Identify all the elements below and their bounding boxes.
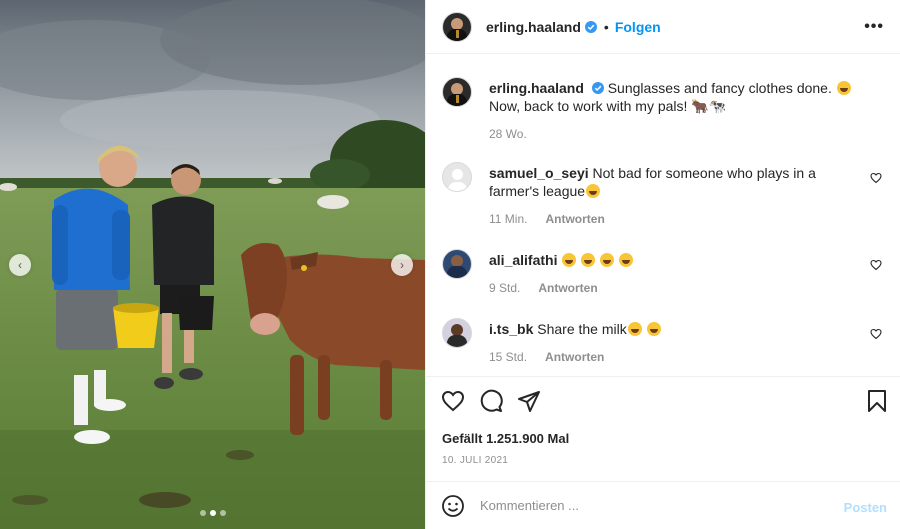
comment-input[interactable] bbox=[480, 498, 825, 513]
laughing-emoji-icon bbox=[562, 253, 577, 267]
comment-text: i.ts_bk Share the milk bbox=[489, 320, 859, 338]
caption-text: erling.haaland Sunglasses and fancy clot… bbox=[489, 79, 859, 115]
laughing-emoji-icon bbox=[836, 81, 851, 95]
like-heart-icon[interactable] bbox=[441, 389, 465, 413]
commenter-avatar[interactable] bbox=[442, 162, 472, 192]
instagram-post: ‹ › erling.haaland • Folgen ••• erling.h… bbox=[0, 0, 900, 529]
reply-button[interactable]: Antworten bbox=[538, 281, 597, 295]
comment-body: Share the milk bbox=[537, 321, 627, 337]
comment-meta: 9 Std. Antworten bbox=[489, 281, 598, 295]
comment-time: 11 Min. bbox=[489, 212, 528, 226]
reply-button[interactable]: Antworten bbox=[545, 212, 604, 226]
comment-item: i.ts_bk Share the milk 15 Std. Antworten bbox=[442, 318, 882, 375]
caption-time: 28 Wo. bbox=[489, 127, 527, 141]
verified-badge-icon bbox=[591, 82, 604, 94]
emoji-smile-icon[interactable] bbox=[441, 494, 465, 518]
follow-button[interactable]: Folgen bbox=[615, 19, 661, 35]
reply-button[interactable]: Antworten bbox=[545, 350, 604, 364]
next-slide-button[interactable]: › bbox=[391, 254, 413, 276]
caption-username[interactable]: erling.haaland bbox=[489, 80, 584, 96]
laughing-emoji-icon bbox=[581, 253, 596, 267]
ox-cow-emoji-icon: 🐂🐄 bbox=[691, 98, 727, 114]
comment-time: 15 Std. bbox=[489, 350, 528, 364]
post-date[interactable]: 10. JULI 2021 bbox=[442, 455, 508, 466]
save-bookmark-icon[interactable] bbox=[865, 389, 889, 413]
photo-scene bbox=[0, 0, 425, 529]
post-photo[interactable]: ‹ › bbox=[0, 0, 425, 529]
comments-list[interactable]: erling.haaland Sunglasses and fancy clot… bbox=[426, 55, 900, 375]
more-options-icon[interactable]: ••• bbox=[864, 18, 884, 36]
share-paper-plane-icon[interactable] bbox=[517, 389, 541, 413]
separator-dot: • bbox=[603, 18, 609, 35]
grinning-emoji-icon bbox=[646, 322, 661, 336]
comment-meta: 11 Min. Antworten bbox=[489, 212, 605, 226]
caption: erling.haaland Sunglasses and fancy clot… bbox=[442, 77, 882, 147]
commenter-avatar[interactable] bbox=[442, 249, 472, 279]
post-sidebar: erling.haaland • Folgen ••• erling.haala… bbox=[425, 0, 900, 529]
laughing-emoji-icon bbox=[600, 253, 615, 267]
comment-meta: 15 Std. Antworten bbox=[489, 350, 604, 364]
comment-bubble-icon[interactable] bbox=[479, 389, 503, 413]
likes-count[interactable]: Gefällt 1.251.900 Mal bbox=[442, 431, 569, 446]
carousel-dot-active bbox=[209, 510, 216, 516]
caption-line-2: Now, back to work with my pals! bbox=[489, 98, 688, 114]
comment-item: ali_alifathi 9 Std. Antworten bbox=[442, 249, 882, 309]
carousel-dot bbox=[219, 510, 226, 516]
comment-item: samuel_o_seyi Not bad for someone who pl… bbox=[442, 162, 882, 232]
comment-time: 9 Std. bbox=[489, 281, 521, 295]
comment-composer: Posten bbox=[426, 481, 900, 529]
comment-username[interactable]: i.ts_bk bbox=[489, 321, 533, 337]
post-comment-button[interactable]: Posten bbox=[844, 500, 887, 515]
author-username[interactable]: erling.haaland bbox=[486, 19, 581, 35]
laughing-emoji-icon bbox=[619, 253, 634, 267]
action-bar: Gefällt 1.251.900 Mal 10. JULI 2021 bbox=[426, 376, 900, 480]
carousel-dot bbox=[199, 510, 206, 516]
previous-slide-button[interactable]: ‹ bbox=[9, 254, 31, 276]
chevron-right-icon: › bbox=[400, 258, 404, 272]
like-comment-heart-icon[interactable] bbox=[870, 259, 882, 271]
comment-username[interactable]: ali_alifathi bbox=[489, 252, 557, 268]
verified-badge-icon bbox=[584, 20, 597, 33]
chevron-left-icon: ‹ bbox=[18, 258, 22, 272]
comment-text: ali_alifathi bbox=[489, 251, 859, 269]
laughing-emoji-icon bbox=[586, 184, 601, 198]
caption-line-1: Sunglasses and fancy clothes done. bbox=[607, 80, 832, 96]
author-avatar[interactable] bbox=[442, 77, 472, 107]
comment-text: samuel_o_seyi Not bad for someone who pl… bbox=[489, 164, 859, 200]
carousel-indicator bbox=[0, 510, 425, 516]
post-header: erling.haaland • Folgen ••• bbox=[426, 0, 900, 54]
author-avatar[interactable] bbox=[442, 11, 472, 42]
grinning-emoji-icon bbox=[627, 322, 642, 336]
like-comment-heart-icon[interactable] bbox=[870, 328, 882, 340]
like-comment-heart-icon[interactable] bbox=[870, 172, 882, 184]
comment-username[interactable]: samuel_o_seyi bbox=[489, 165, 589, 181]
commenter-avatar[interactable] bbox=[442, 318, 472, 348]
